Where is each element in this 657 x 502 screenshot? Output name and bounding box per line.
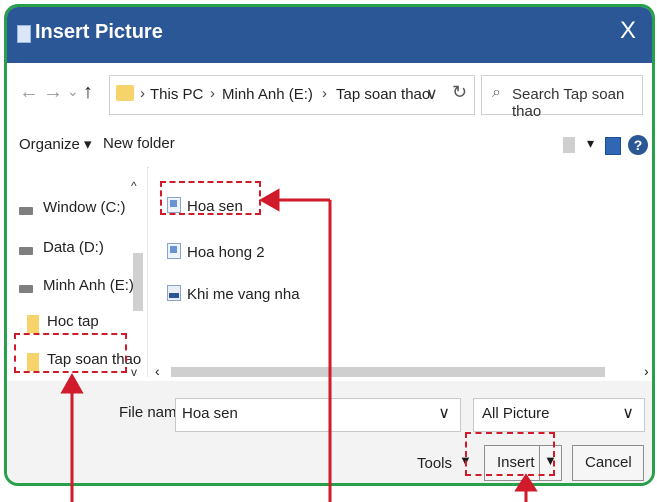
arrowhead-left [258,188,280,212]
annotation-arrows [60,188,538,502]
arrowhead-up [514,473,538,492]
arrowhead-up [60,372,84,394]
